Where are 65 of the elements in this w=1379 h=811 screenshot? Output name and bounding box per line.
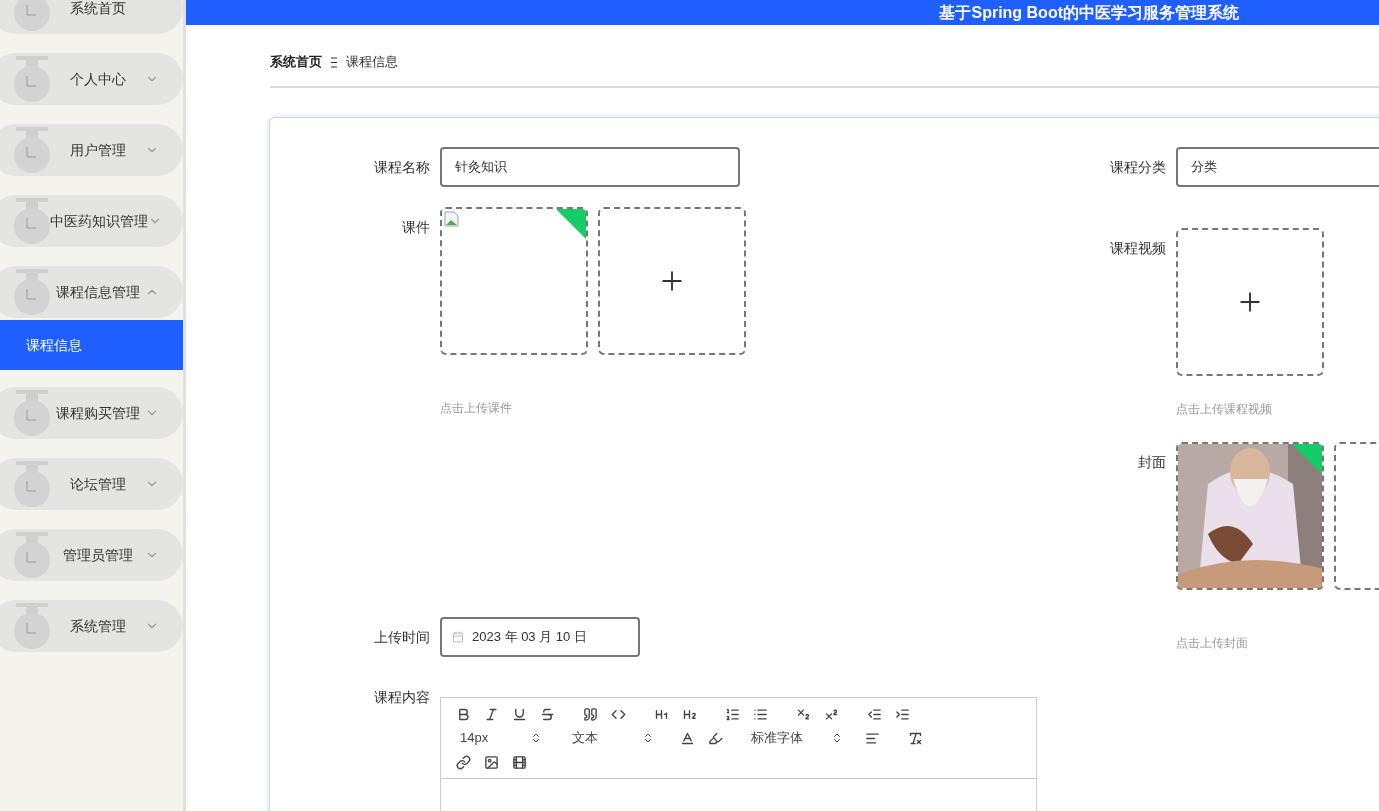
field-label: 课件: [402, 219, 430, 235]
rich-text-editor[interactable]: 14px 文本 标准字体: [440, 697, 1037, 811]
underline-icon[interactable]: [512, 706, 527, 722]
field-label: 课程名称: [374, 159, 430, 175]
menu-icon: [14, 269, 50, 315]
upload-box[interactable]: [1176, 228, 1324, 376]
breadcrumb-item[interactable]: 系统首页: [270, 52, 322, 72]
clear-format-icon[interactable]: [908, 730, 923, 746]
superscript-icon[interactable]: [824, 706, 839, 722]
course-name-field[interactable]: 针灸知识: [440, 147, 740, 187]
video-icon[interactable]: [512, 754, 527, 770]
uploaded-file[interactable]: [440, 207, 588, 355]
sidebar-item[interactable]: 个人中心: [0, 53, 183, 105]
menu-icon: [14, 603, 50, 649]
highlight-icon[interactable]: [708, 730, 723, 746]
menu-icon: [14, 127, 50, 173]
breadcrumb-item[interactable]: 课程信息: [346, 52, 398, 72]
field-label: 封面: [1138, 454, 1166, 470]
system-title: 基于Spring Boot的中医学习服务管理系统: [939, 2, 1239, 23]
toolbar-select[interactable]: 标准字体: [747, 728, 843, 748]
subscript-icon[interactable]: [796, 706, 811, 722]
date-field[interactable]: 2023 年 03 月 10 日: [440, 617, 640, 657]
category-field[interactable]: 分类: [1176, 147, 1379, 187]
link-icon[interactable]: [456, 754, 471, 770]
bold-icon[interactable]: [456, 706, 471, 722]
broken-image-icon: [444, 211, 460, 227]
updown-caret-icon: [642, 732, 654, 744]
field-label: 上传时间: [374, 629, 430, 645]
sidebar-item[interactable]: 中医药知识管理: [0, 195, 183, 247]
upload-hint: 点击上传课程视频: [1176, 402, 1272, 416]
sidebar-item[interactable]: 课程购买管理: [0, 387, 183, 439]
image-icon[interactable]: [484, 754, 499, 770]
sidebar-item[interactable]: 用户管理: [0, 124, 183, 176]
strikethrough-icon[interactable]: [540, 706, 555, 722]
toolbar-select[interactable]: 文本: [568, 728, 654, 748]
bullet-list-icon[interactable]: [753, 706, 768, 722]
separator-icon: [330, 56, 338, 68]
toolbar-select[interactable]: 14px: [456, 728, 542, 748]
menu-icon: [14, 532, 50, 578]
align-icon[interactable]: [865, 730, 880, 746]
updown-caret-icon: [530, 732, 542, 744]
sidebar-item[interactable]: 系统管理: [0, 600, 183, 652]
calendar-icon: [452, 631, 464, 643]
indent-icon[interactable]: [895, 706, 910, 722]
italic-icon[interactable]: [484, 706, 499, 722]
upload-hint: 点击上传封面: [1176, 636, 1248, 650]
outdent-icon[interactable]: [867, 706, 882, 722]
sidebar-item[interactable]: 课程信息管理: [0, 266, 183, 318]
sidebar-item[interactable]: 论坛管理: [0, 458, 183, 510]
field-label: 课程视频: [1110, 240, 1166, 256]
upload-hint: 点击上传课件: [440, 401, 512, 415]
menu-icon: [14, 461, 50, 507]
upload-box[interactable]: [598, 207, 746, 355]
field-label: 课程分类: [1110, 159, 1166, 175]
menu-icon: [14, 390, 50, 436]
submenu-item[interactable]: 课程信息: [0, 320, 183, 370]
text-color-icon[interactable]: [680, 730, 695, 746]
menu-icon: [14, 198, 50, 244]
ordered-list-icon[interactable]: [725, 706, 740, 722]
sidebar-item[interactable]: 系统首页: [0, 0, 183, 34]
field-label: 课程内容: [374, 689, 430, 705]
updown-caret-icon: [831, 732, 843, 744]
menu-icon: [14, 56, 50, 102]
quote-icon[interactable]: [583, 706, 598, 722]
sidebar-item[interactable]: 管理员管理: [0, 529, 183, 581]
